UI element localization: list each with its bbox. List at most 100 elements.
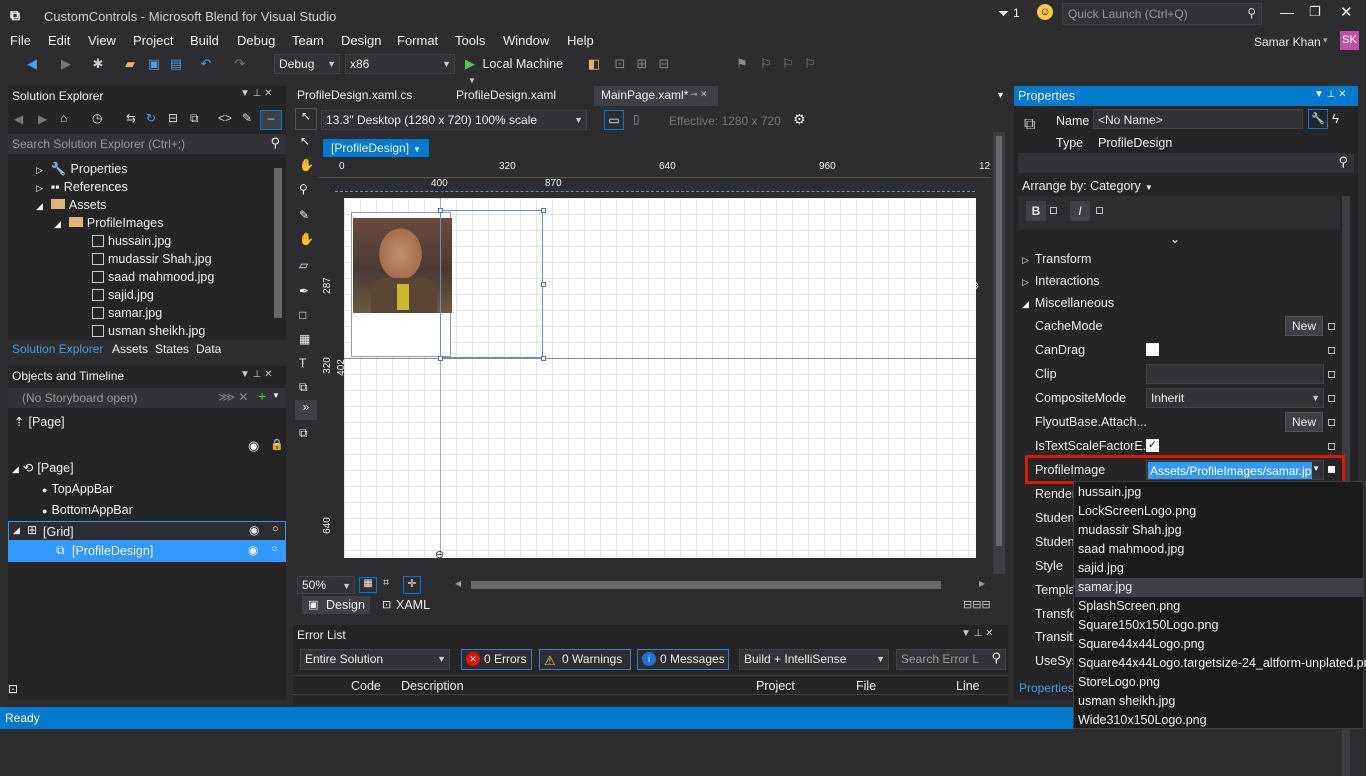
- attach-icon[interactable]: ◧: [586, 56, 602, 72]
- selection-handle[interactable]: [438, 208, 443, 213]
- scroll-left-icon[interactable]: ◀: [455, 579, 461, 588]
- tab-profiledesign-cs[interactable]: ProfileDesign.xaml.cs: [297, 88, 412, 102]
- dropdown-item[interactable]: hussain.jpg: [1078, 485, 1141, 499]
- sync-icon[interactable]: ⇆: [126, 111, 136, 125]
- chevron-down-icon[interactable]: ▼: [996, 90, 1005, 100]
- selection-handle[interactable]: [541, 208, 546, 213]
- undo-icon[interactable]: ↶: [198, 56, 214, 72]
- code-icon[interactable]: <>: [218, 111, 232, 125]
- property-marker[interactable]: [1328, 395, 1335, 402]
- new-project-icon[interactable]: ✱: [90, 56, 106, 72]
- forward-icon[interactable]: ▶: [38, 112, 47, 126]
- search-error-input[interactable]: Search Error L ⚲: [896, 649, 1006, 670]
- bookmark-icon[interactable]: ⚐: [802, 56, 818, 72]
- italic-icon[interactable]: I: [1070, 201, 1090, 221]
- assets-tool-icon[interactable]: »: [295, 400, 317, 420]
- property-marker[interactable]: [1050, 207, 1057, 214]
- property-marker[interactable]: [1328, 323, 1335, 330]
- grid-toggle-icon[interactable]: ▦: [359, 577, 377, 593]
- rectangle-icon[interactable]: □: [299, 308, 306, 322]
- run-button[interactable]: ▶ Local Machine ▼: [465, 56, 575, 85]
- lock-dot-icon[interactable]: ○: [272, 523, 279, 535]
- tree-item[interactable]: ● TopAppBar: [42, 482, 113, 496]
- scrollbar-thumb[interactable]: [996, 136, 1002, 546]
- events-icon[interactable]: ϟ: [1332, 111, 1339, 126]
- minimize-button[interactable]: —: [1280, 4, 1294, 20]
- selection-tool-icon[interactable]: ↖: [295, 108, 317, 130]
- menu-edit[interactable]: Edit: [48, 33, 70, 48]
- property-marker[interactable]: [1328, 419, 1335, 426]
- text-tool-icon[interactable]: T: [299, 356, 306, 370]
- property-marker[interactable]: [1328, 466, 1335, 473]
- pin-icon[interactable]: ▼ ⊥ ✕: [240, 369, 273, 380]
- tool-icon[interactable]: ⊞: [634, 56, 650, 72]
- close-window-button[interactable]: ✕: [1340, 3, 1353, 21]
- design-canvas[interactable]: ⊖ ⊖: [344, 189, 976, 561]
- back-icon[interactable]: ◀: [24, 56, 40, 72]
- tree-item-profile-design[interactable]: ⧉ [ProfileDesign] ◉ ○: [8, 541, 286, 562]
- storyboard-select[interactable]: (No Storyboard open) ⋙ ✕ + ▼: [8, 388, 286, 408]
- eye-icon[interactable]: ◉: [248, 438, 259, 454]
- category-miscellaneous[interactable]: ◢ Miscellaneous: [1022, 296, 1114, 310]
- search-properties-input[interactable]: ⚲: [1018, 153, 1354, 173]
- tree-item[interactable]: ▷ 🔧 Properties: [36, 162, 127, 177]
- device-select[interactable]: 13.3" Desktop (1280 x 720) 100% scale ▼: [321, 110, 587, 130]
- scrollbar[interactable]: [993, 132, 1005, 574]
- profile-design-control[interactable]: [351, 212, 452, 357]
- history-icon[interactable]: ◷: [92, 111, 102, 125]
- chevron-down-icon[interactable]: ▼: [272, 391, 280, 400]
- menu-file[interactable]: File: [10, 33, 31, 48]
- properties-wrench-icon[interactable]: 🔧: [1308, 109, 1328, 129]
- menu-view[interactable]: View: [88, 33, 116, 48]
- save-all-icon[interactable]: ▤: [168, 56, 184, 72]
- warnings-filter-button[interactable]: ⚠ 0 Warnings: [539, 649, 631, 670]
- category-interactions[interactable]: ▷ Interactions: [1022, 274, 1100, 288]
- landscape-icon[interactable]: ▭: [604, 110, 624, 130]
- category-transform[interactable]: ▷ Transform: [1022, 252, 1091, 266]
- property-marker[interactable]: [1328, 347, 1335, 354]
- zoom-icon[interactable]: ⚲: [299, 182, 308, 196]
- user-chevron-icon[interactable]: ▾: [1323, 35, 1328, 46]
- snap-grid-icon[interactable]: ⌗: [383, 577, 389, 590]
- tool-icon[interactable]: ⊡: [612, 56, 628, 72]
- selection-handle[interactable]: [541, 282, 546, 287]
- messages-filter-button[interactable]: i0 Messages: [637, 649, 729, 670]
- pen-icon[interactable]: ✒: [299, 284, 309, 298]
- avatar[interactable]: SK: [1340, 31, 1359, 50]
- tree-item-grid[interactable]: ◢ ⊞ [Grid] ◉ ○: [8, 521, 286, 541]
- tab-states[interactable]: States: [155, 342, 189, 356]
- tree-item[interactable]: ◢ Assets: [36, 198, 106, 212]
- selection-handle[interactable]: [438, 356, 443, 361]
- dropdown-item[interactable]: mudassir Shah.jpg: [1078, 523, 1182, 537]
- open-folder-icon[interactable]: ▰: [122, 56, 138, 72]
- tab-design[interactable]: ▣ Design: [302, 596, 370, 614]
- pin-icon[interactable]: ▼ ⊥ ✕: [1314, 89, 1347, 100]
- menu-build[interactable]: Build: [190, 33, 219, 48]
- portrait-icon[interactable]: ▯: [633, 112, 640, 126]
- cachemode-new-button[interactable]: New: [1285, 316, 1323, 336]
- tree-item[interactable]: ◢ ⟲ [Page]: [12, 460, 74, 475]
- back-icon[interactable]: ◀: [14, 112, 23, 126]
- tab-data[interactable]: Data: [196, 342, 221, 356]
- anchor-icon[interactable]: ⊖: [970, 279, 979, 292]
- tool-icon[interactable]: ⊟: [656, 56, 672, 72]
- split-icons[interactable]: ⊟⊟⊟: [963, 598, 991, 611]
- property-marker[interactable]: [1328, 371, 1335, 378]
- error-scope-select[interactable]: Entire Solution ▼: [300, 649, 450, 670]
- menu-team[interactable]: Team: [292, 33, 324, 48]
- eye-icon[interactable]: ◉: [248, 543, 258, 557]
- tab-mainpage-xaml[interactable]: MainPage.xaml* ⊸ ✕: [594, 86, 718, 106]
- bookmark-icon[interactable]: ⚐: [758, 56, 774, 72]
- profileimage-select[interactable]: Assets/ProfileImages/samar.jp ▼: [1146, 460, 1324, 480]
- dropdown-item[interactable]: Square44x44Logo.targetsize-24_altform-un…: [1078, 656, 1366, 670]
- gear-icon[interactable]: ⚙: [793, 111, 806, 128]
- dropdown-item[interactable]: usman sheikh.jpg: [1078, 694, 1175, 708]
- tree-item[interactable]: hussain.jpg: [92, 234, 171, 248]
- dropdown-item-selected[interactable]: samar.jpg: [1078, 580, 1132, 594]
- tab-assets[interactable]: Assets: [112, 342, 148, 356]
- selection-handle[interactable]: [541, 356, 546, 361]
- expand-chevron-icon[interactable]: ⌄: [1170, 232, 1180, 246]
- menu-format[interactable]: Format: [397, 33, 438, 48]
- dropdown-item[interactable]: SplashScreen.png: [1078, 599, 1180, 613]
- dropdown-item[interactable]: Wide310x150Logo.png: [1078, 713, 1207, 727]
